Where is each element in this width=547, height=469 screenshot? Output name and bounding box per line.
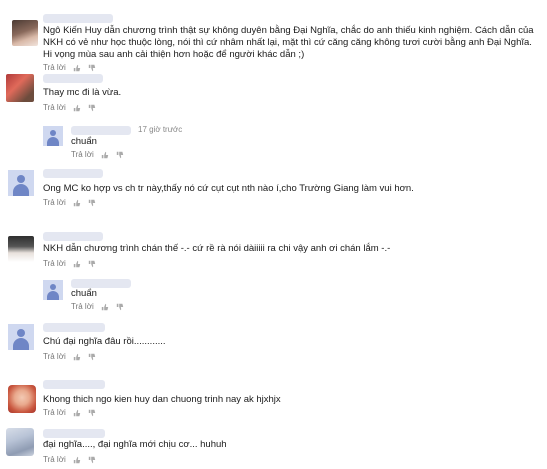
user-avatar[interactable]: [6, 74, 34, 102]
user-avatar[interactable]: [12, 20, 38, 46]
reply-link[interactable]: Trả lời: [43, 259, 66, 268]
username[interactable]: [43, 169, 103, 178]
comment-actions: Trả lời: [43, 408, 96, 417]
user-avatar[interactable]: [8, 385, 36, 413]
reply-link[interactable]: Trả lời: [43, 198, 66, 207]
comment: Khong thich ngo kien huy dan chuong trin…: [0, 375, 547, 420]
comment-text: Khong thich ngo kien huy dan chuong trin…: [43, 394, 281, 405]
thumbs-up-icon[interactable]: [73, 260, 81, 268]
comment: Chú đại nghĩa đâu rồi............ Trả lờ…: [0, 318, 547, 363]
comment-text: chuẩn: [71, 136, 97, 147]
username[interactable]: [43, 429, 105, 438]
comment-actions: Trả lời: [71, 302, 124, 311]
user-avatar[interactable]: [8, 236, 34, 262]
reply-link[interactable]: Trả lời: [43, 455, 66, 464]
thumbs-up-icon[interactable]: [101, 303, 109, 311]
comment-actions: Trả lời: [43, 198, 96, 207]
comment-actions: Trả lời: [71, 150, 124, 159]
comment-text: Ngô Kiến Huy dẫn chương trình thật sự kh…: [43, 25, 534, 60]
thumbs-up-icon[interactable]: [73, 409, 81, 417]
comment-text: Ong MC ko hợp vs ch tr này,thấy nó cứ cụ…: [43, 183, 414, 194]
default-user-icon[interactable]: [8, 324, 34, 350]
default-user-icon[interactable]: [43, 280, 63, 300]
comment: đại nghĩa...., đại nghĩa mới chịu cơ... …: [0, 424, 547, 469]
username[interactable]: [43, 74, 103, 83]
username[interactable]: [43, 323, 105, 332]
username[interactable]: [71, 126, 131, 135]
thumbs-down-icon[interactable]: [116, 151, 124, 159]
comment-text: Chú đại nghĩa đâu rồi............: [43, 336, 166, 347]
reply-link[interactable]: Trả lời: [71, 302, 94, 311]
thumbs-up-icon[interactable]: [73, 353, 81, 361]
thumbs-up-icon[interactable]: [101, 151, 109, 159]
thumbs-up-icon[interactable]: [73, 104, 81, 112]
comment-text: đại nghĩa...., đại nghĩa mới chịu cơ... …: [43, 439, 227, 450]
thumbs-down-icon[interactable]: [116, 303, 124, 311]
comment-text: NKH dẫn chương trình chán thế -.- cứ rề …: [43, 243, 391, 254]
reply-comment: chuẩn Trả lời: [0, 274, 547, 314]
default-user-icon[interactable]: [8, 170, 34, 196]
comment: Thay mc đi là vừa. Trả lời: [0, 70, 547, 112]
reply-link[interactable]: Trả lời: [43, 408, 66, 417]
thumbs-down-icon[interactable]: [88, 353, 96, 361]
reply-link[interactable]: Trả lời: [71, 150, 94, 159]
username[interactable]: [43, 14, 113, 23]
comment: Ong MC ko hợp vs ch tr này,thấy nó cứ cụ…: [0, 165, 547, 210]
username[interactable]: [43, 232, 103, 241]
comment-text: chuẩn: [71, 288, 97, 299]
comment-actions: Trả lời: [43, 103, 96, 112]
comment: Ngô Kiến Huy dẫn chương trình thật sự kh…: [0, 0, 547, 75]
timestamp: 17 giờ trước: [138, 125, 183, 134]
thumbs-down-icon[interactable]: [88, 104, 96, 112]
thumbs-up-icon[interactable]: [73, 456, 81, 464]
comment-actions: Trả lời: [43, 455, 96, 464]
user-avatar[interactable]: [6, 428, 34, 456]
thumbs-down-icon[interactable]: [88, 409, 96, 417]
reply-link[interactable]: Trả lời: [43, 103, 66, 112]
username[interactable]: [71, 279, 131, 288]
comment-text: Thay mc đi là vừa.: [43, 87, 122, 98]
comment-actions: Trả lời: [43, 259, 96, 268]
thumbs-down-icon[interactable]: [88, 199, 96, 207]
reply-link[interactable]: Trả lời: [43, 352, 66, 361]
comment-actions: Trả lời: [43, 352, 96, 361]
reply-comment: 17 giờ trước chuẩn Trả lời: [0, 118, 547, 159]
thumbs-up-icon[interactable]: [73, 199, 81, 207]
default-user-icon[interactable]: [43, 126, 63, 146]
comment: NKH dẫn chương trình chán thế -.- cứ rề …: [0, 228, 547, 273]
username[interactable]: [43, 380, 105, 389]
thumbs-down-icon[interactable]: [88, 456, 96, 464]
thumbs-down-icon[interactable]: [88, 260, 96, 268]
